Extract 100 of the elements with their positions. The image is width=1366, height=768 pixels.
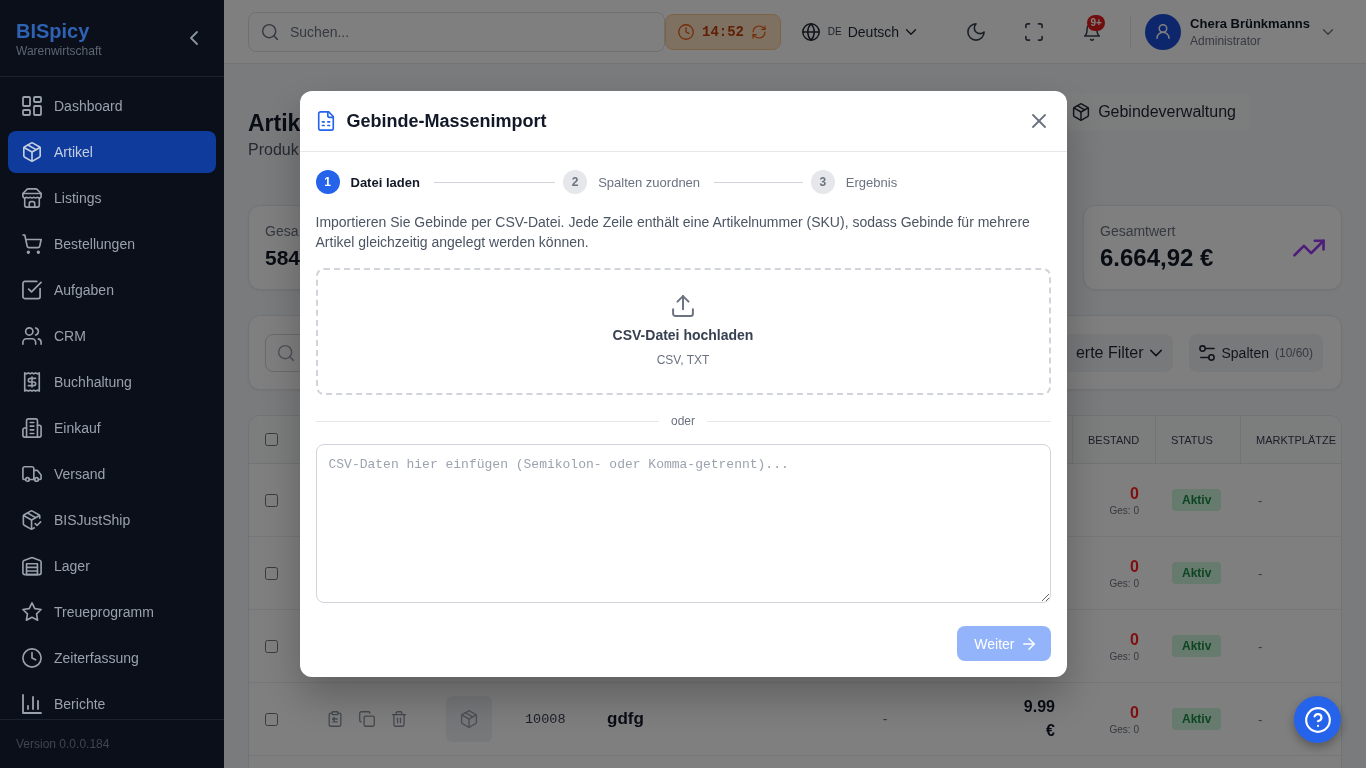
page-subtitle: Produk [248, 140, 299, 160]
clock-icon [678, 23, 694, 40]
step-label: Spalten zuordnen [598, 174, 701, 190]
dialog-title: Gebinde-Massenimport [346, 110, 548, 132]
dashboard-grid-icon [22, 96, 42, 116]
marketplaces-cell: - [1258, 711, 1263, 727]
clock-icon [22, 648, 42, 668]
sidebar-item[interactable]: Bestellungen [8, 223, 216, 265]
search-field[interactable]: Suchen... [248, 11, 665, 52]
fullscreen-icon [1025, 22, 1044, 41]
divider-label: oder [671, 414, 695, 428]
marketplaces-cell: - [1258, 638, 1263, 654]
product-name-cell: gdfg [607, 709, 644, 729]
dialog-description: Importieren Sie Gebinde per CSV-Datei. Jede Zeile enthält eine Artikelnummer (SKU), sodass Gebinde für mehrere Artikel gleichzeitig angelegt werden können. [315, 213, 1031, 252]
truck-icon [22, 464, 42, 484]
avatar-icon[interactable] [1145, 13, 1182, 50]
accepted-formats-text: CSV, TXT [656, 352, 710, 368]
column-header[interactable]: MARKTPLÄTZE [1240, 416, 1341, 463]
step-number: 3 [810, 170, 835, 194]
cart-icon [22, 234, 42, 254]
bar-chart-icon [22, 694, 42, 714]
row-checkbox[interactable] [265, 712, 278, 726]
status-badge: Aktiv [1172, 635, 1222, 657]
search-icon [261, 22, 279, 41]
marketplaces-cell: - [1258, 565, 1263, 581]
sidebar-item[interactable]: BISJustShip [8, 499, 216, 541]
row-checkbox[interactable] [265, 639, 278, 653]
box-icon [1072, 103, 1091, 121]
step-label: Ergebnis [845, 174, 898, 190]
sidebar-item[interactable]: Lager [8, 545, 216, 587]
table-cell: - [882, 711, 888, 727]
column-header[interactable]: BESTAND [1072, 416, 1155, 463]
receipt-icon [22, 372, 42, 392]
stock-total-text: Ges: 0 [1109, 576, 1139, 590]
timer-text: 14:52 [702, 23, 744, 40]
marketplaces-cell: - [1258, 492, 1263, 508]
version-text: Version 0.0.0.184 [16, 737, 110, 751]
stock-total-text: Ges: 0 [1109, 649, 1139, 663]
select-all-checkbox[interactable] [265, 433, 278, 446]
sidebar-item[interactable]: CRM [8, 315, 216, 357]
price-cell-text: 9.99 € [1023, 697, 1055, 741]
help-icon [1304, 706, 1331, 733]
language-selector[interactable]: DE Deutsch [793, 16, 926, 47]
store-icon [22, 188, 42, 208]
sidebar-item[interactable]: Einkauf [8, 407, 216, 449]
trending-up-icon [1293, 236, 1325, 259]
warehouse-icon [22, 556, 42, 576]
step-number: 1 [315, 170, 340, 194]
star-icon [22, 602, 42, 622]
notification-badge: 9+ [1087, 14, 1106, 31]
clipboard-icon[interactable] [327, 711, 343, 727]
csv-input-field[interactable]: CSV-Daten hier einfügen (Semikolon- oder Komma-getrennt)... [315, 444, 1051, 603]
box-check-icon [22, 510, 42, 530]
sliders-icon [1199, 344, 1216, 361]
sidebar-item[interactable]: Zeiterfassung [8, 637, 216, 679]
sidebar-item[interactable]: Aufgaben [8, 269, 216, 311]
user-role: Administrator [1190, 32, 1262, 49]
moon-icon [967, 22, 986, 41]
step-label: Datei laden [350, 174, 420, 190]
columns-button[interactable]: Spalten (10/60) [1189, 333, 1323, 372]
step-number: 2 [563, 170, 588, 194]
file-drop-zone[interactable]: CSV-Datei hochladen CSV, TXT [315, 268, 1051, 395]
arrow-right-icon [1022, 637, 1035, 650]
stock-cell: 0 [1130, 629, 1139, 650]
page-title: Artik [248, 109, 301, 138]
copy-icon[interactable] [359, 711, 375, 727]
box-icon [22, 142, 42, 162]
user-name: Chera Brünkmanns [1190, 14, 1310, 33]
stock-cell: 0 [1130, 702, 1139, 723]
sidebar-item[interactable]: Artikel [8, 131, 216, 173]
drop-zone-title: CSV-Datei hochladen [612, 326, 754, 345]
status-badge: Aktiv [1172, 489, 1222, 511]
sidebar-item[interactable]: Listings [8, 177, 216, 219]
globe-icon [801, 22, 820, 41]
checked-square-icon [22, 280, 42, 300]
users-icon [22, 326, 42, 346]
sidebar-item[interactable]: Berichte [8, 683, 216, 719]
sidebar-item[interactable]: Buchhaltung [8, 361, 216, 403]
stock-cell: 0 [1130, 556, 1139, 577]
row-checkbox[interactable] [265, 493, 278, 507]
close-icon [1031, 114, 1046, 128]
sidebar-item[interactable]: Treueprogramm [8, 591, 216, 633]
stock-total-text: Ges: 0 [1109, 503, 1139, 517]
stat-label: Gesamtwert [1100, 221, 1176, 240]
stat-value: 6.664,92 € [1100, 242, 1214, 273]
app-subtitle: Warenwirtschaft [16, 43, 102, 59]
status-badge: Aktiv [1172, 562, 1222, 584]
trash-icon[interactable] [391, 711, 407, 727]
stock-cell: 0 [1130, 483, 1139, 504]
sidebar-item[interactable]: Versand [8, 453, 216, 495]
box-icon [460, 710, 478, 728]
sku-cell: 10008 [525, 711, 566, 727]
column-header[interactable]: STATUS [1155, 416, 1240, 463]
refresh-icon[interactable] [752, 24, 766, 39]
sidebar-item[interactable]: Dashboard [8, 85, 216, 127]
building-icon [22, 418, 42, 438]
search-icon [277, 343, 295, 362]
row-checkbox[interactable] [265, 566, 278, 580]
stat-label: Gesa [265, 221, 299, 240]
stock-total-text: Ges: 0 [1109, 722, 1139, 736]
